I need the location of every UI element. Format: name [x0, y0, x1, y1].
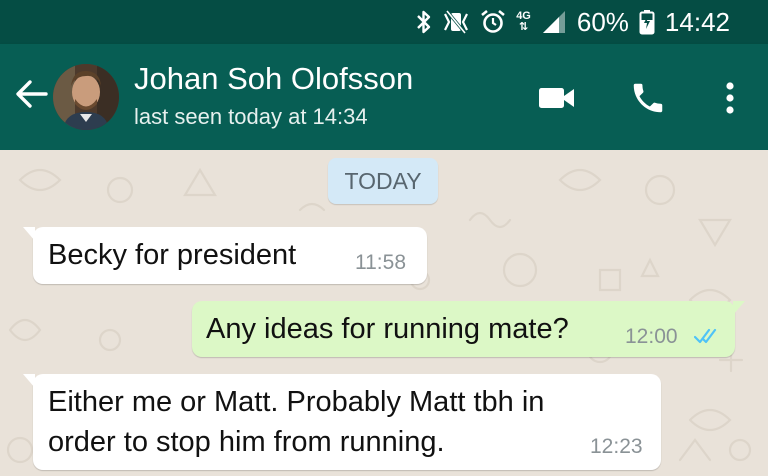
back-arrow-icon[interactable]: [12, 74, 52, 114]
message-time: 12:00: [625, 325, 678, 348]
message-bubble-outgoing[interactable]: Any ideas for running mate? 12:00: [192, 301, 745, 357]
bubble-tail: [733, 301, 745, 315]
message-text: Either me or Matt. Probably Matt tbh in …: [48, 386, 545, 458]
bubble-tail: [23, 374, 35, 388]
status-bar: 4G ⇅ 60% 14:42: [0, 0, 768, 44]
message-time: 11:58: [355, 251, 406, 274]
chat-area[interactable]: TODAY Becky for president 11:58 Any idea…: [0, 150, 768, 476]
battery-percent: 60%: [576, 6, 629, 37]
battery-icon: [639, 9, 655, 35]
clock: 14:42: [664, 6, 730, 37]
contact-name[interactable]: Johan Soh Olofsson: [134, 60, 413, 98]
avatar[interactable]: [53, 64, 119, 130]
message-bubble-incoming[interactable]: Becky for president 11:58: [23, 227, 427, 284]
bluetooth-icon: [416, 9, 432, 35]
chat-header: Johan Soh Olofsson last seen today at 14…: [0, 44, 768, 150]
avatar-photo: [53, 64, 119, 130]
network-type: 4G ⇅: [516, 11, 531, 33]
last-seen-status: last seen today at 14:34: [134, 104, 368, 129]
bubble-tail: [23, 227, 35, 241]
status-icons: 4G ⇅ 60% 14:42: [416, 6, 730, 38]
alarm-icon: [480, 9, 506, 35]
message-text: Becky for president: [48, 239, 297, 271]
video-call-icon[interactable]: [535, 76, 579, 120]
message-time: 12:23: [590, 435, 643, 458]
message-text: Any ideas for running mate?: [206, 313, 569, 345]
message-bubble-incoming[interactable]: Either me or Matt. Probably Matt tbh in …: [23, 374, 661, 470]
data-arrows: ⇅: [518, 21, 529, 33]
more-options-icon[interactable]: [708, 76, 752, 120]
read-receipt-icon: [694, 328, 717, 344]
voice-call-icon[interactable]: [626, 76, 670, 120]
date-separator: TODAY: [328, 158, 438, 204]
signal-icon: [541, 9, 567, 35]
vibrate-icon: [442, 9, 470, 35]
